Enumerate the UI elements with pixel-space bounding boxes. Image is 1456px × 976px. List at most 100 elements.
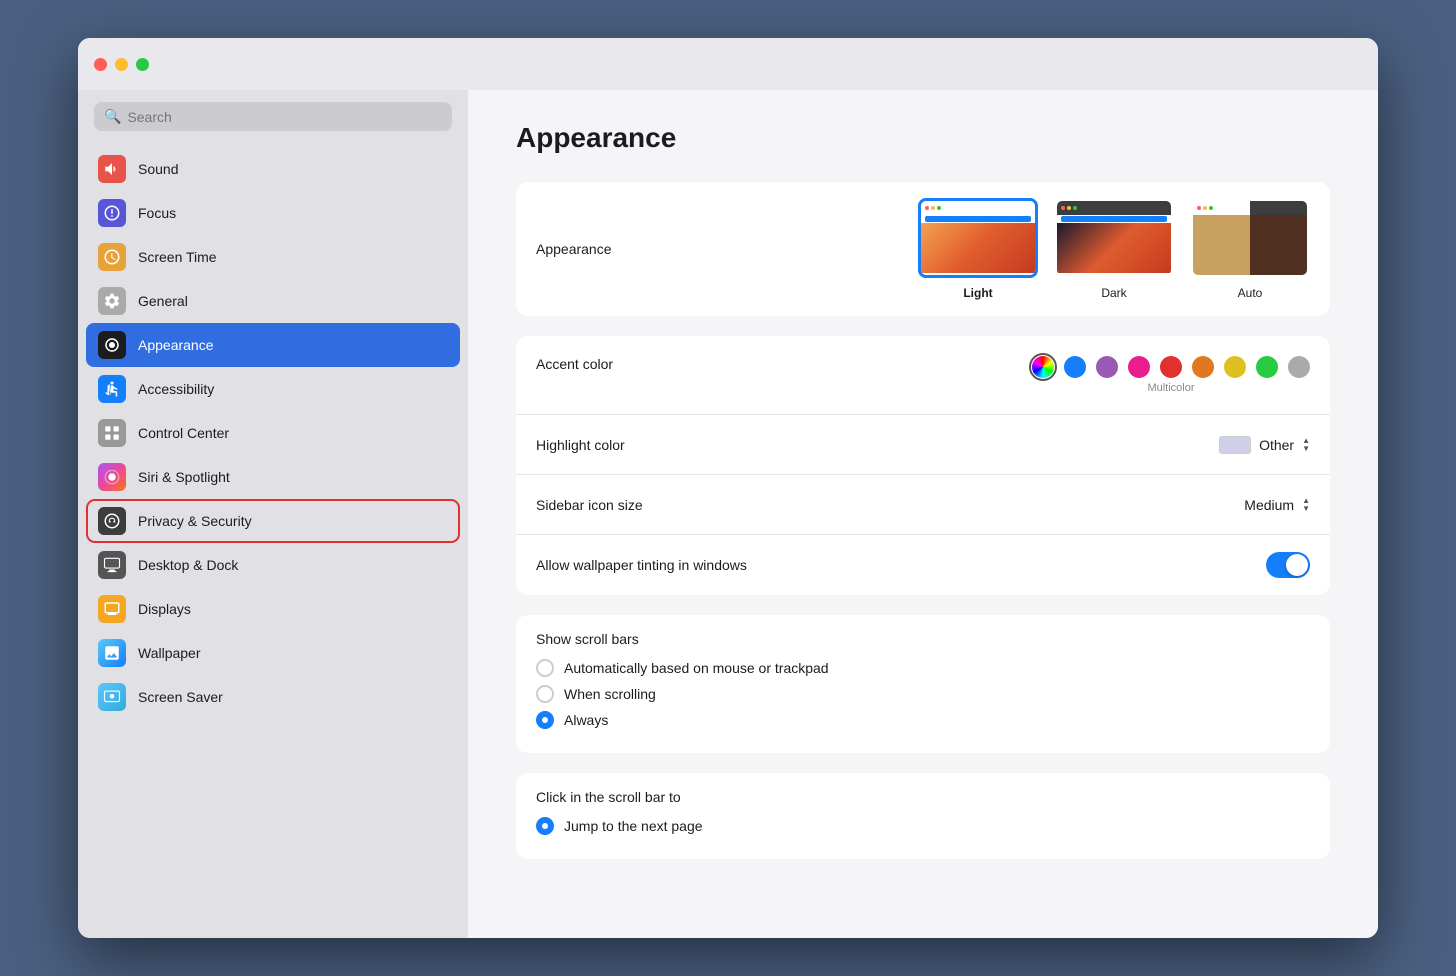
sidebar-item-sound-label: Sound [138, 161, 178, 177]
auto-left [1193, 201, 1250, 275]
highlight-stepper[interactable]: ▲ ▼ [1302, 437, 1310, 453]
dot-red [925, 206, 929, 210]
appearance-option-auto[interactable]: Auto [1190, 198, 1310, 300]
sidebar-item-sound[interactable]: Sound [86, 147, 460, 191]
search-bar[interactable]: 🔍 [94, 102, 452, 131]
sidebar-item-wallpaper[interactable]: Wallpaper [86, 631, 460, 675]
click-scroll-label: Click in the scroll bar to [536, 789, 1310, 805]
auto-split [1193, 201, 1307, 275]
sidebar-item-desktop[interactable]: Desktop & Dock [86, 543, 460, 587]
auto-dot-g [1209, 206, 1213, 210]
accent-color-row: Accent color [516, 336, 1330, 415]
accent-color-control: Multicolor [1032, 356, 1310, 394]
wallpaper-tinting-label: Allow wallpaper tinting in windows [536, 557, 1266, 573]
dot-yellow-dark [1067, 206, 1071, 210]
dot-green-dark [1073, 206, 1077, 210]
sidebar-item-controlcenter[interactable]: Control Center [86, 411, 460, 455]
accent-dot-blue[interactable] [1064, 356, 1086, 378]
desktop-icon [98, 551, 126, 579]
minimize-button[interactable] [115, 58, 128, 71]
sidebar-item-siri[interactable]: Siri & Spotlight [86, 455, 460, 499]
sidebar-item-focus[interactable]: Focus [86, 191, 460, 235]
privacy-icon [98, 507, 126, 535]
click-scroll-card: Click in the scroll bar to Jump to the n… [516, 773, 1330, 859]
titlebar [78, 38, 1378, 90]
scroll-always-radio[interactable] [536, 711, 554, 729]
sidebar-item-desktop-label: Desktop & Dock [138, 557, 238, 573]
auto-label: Auto [1238, 286, 1263, 300]
light-label: Light [963, 286, 992, 300]
sidebar-item-accessibility[interactable]: Accessibility [86, 367, 460, 411]
appearance-option-dark[interactable]: Dark [1054, 198, 1174, 300]
scroll-auto-option[interactable]: Automatically based on mouse or trackpad [536, 659, 1310, 677]
accent-colors-group: Multicolor [1032, 356, 1310, 394]
appearance-preview-dark [1054, 198, 1174, 278]
wallpaper-tinting-toggle[interactable] [1266, 552, 1310, 578]
dot-green [937, 206, 941, 210]
sidebar-item-privacy[interactable]: Privacy & Security [86, 499, 460, 543]
accent-dot-red[interactable] [1160, 356, 1182, 378]
accent-dot-pink[interactable] [1128, 356, 1150, 378]
accessibility-icon [98, 375, 126, 403]
sidebar-icon-size-value: Medium [1244, 497, 1294, 513]
appearance-setting-label: Appearance [536, 241, 918, 257]
sidebar-item-screentime[interactable]: Screen Time [86, 235, 460, 279]
accent-dot-multicolor[interactable] [1032, 356, 1054, 378]
accent-dot-purple[interactable] [1096, 356, 1118, 378]
scroll-auto-label: Automatically based on mouse or trackpad [564, 660, 829, 676]
screensaver-icon [98, 683, 126, 711]
search-input[interactable] [127, 109, 442, 125]
jump-page-label: Jump to the next page [564, 818, 703, 834]
sidebar-item-privacy-label: Privacy & Security [138, 513, 252, 529]
controlcenter-icon [98, 419, 126, 447]
highlight-color-value: Other [1259, 437, 1294, 453]
stepper-down-icon: ▼ [1302, 445, 1310, 453]
general-icon [98, 287, 126, 315]
jump-page-radio[interactable] [536, 817, 554, 835]
scroll-auto-radio[interactable] [536, 659, 554, 677]
light-bg [921, 223, 1035, 273]
appearance-preview-auto [1190, 198, 1310, 278]
displays-icon [98, 595, 126, 623]
scroll-always-label: Always [564, 712, 608, 728]
scroll-scrolling-label: When scrolling [564, 686, 656, 702]
sidebar-item-appearance[interactable]: Appearance [86, 323, 460, 367]
close-button[interactable] [94, 58, 107, 71]
accent-dot-graphite[interactable] [1288, 356, 1310, 378]
sidebar-item-focus-label: Focus [138, 205, 176, 221]
scroll-scrolling-radio[interactable] [536, 685, 554, 703]
appearance-options: Light [918, 198, 1310, 300]
search-icon: 🔍 [104, 108, 121, 125]
highlight-color-swatch [1219, 436, 1251, 454]
highlight-color-label: Highlight color [536, 437, 1219, 453]
accent-dot-green[interactable] [1256, 356, 1278, 378]
accent-dot-yellow[interactable] [1224, 356, 1246, 378]
sidebar-size-stepper[interactable]: ▲ ▼ [1302, 497, 1310, 513]
jump-page-option[interactable]: Jump to the next page [536, 817, 1310, 835]
appearance-option-light[interactable]: Light [918, 198, 1038, 300]
highlight-color-control[interactable]: Other ▲ ▼ [1219, 436, 1310, 454]
colors-card: Accent color [516, 336, 1330, 595]
accent-dot-orange[interactable] [1192, 356, 1214, 378]
dark-label: Dark [1101, 286, 1126, 300]
sidebar-item-general[interactable]: General [86, 279, 460, 323]
accent-color-label: Accent color [536, 356, 1032, 372]
sidebar-icon-size-control[interactable]: Medium ▲ ▼ [1244, 497, 1310, 513]
sidebar-item-screensaver-label: Screen Saver [138, 689, 223, 705]
appearance-row: Appearance [516, 182, 1330, 316]
sidebar-item-controlcenter-label: Control Center [138, 425, 229, 441]
scroll-scrolling-option[interactable]: When scrolling [536, 685, 1310, 703]
menubar-light [921, 201, 1035, 215]
sidebar-item-displays[interactable]: Displays [86, 587, 460, 631]
preview-bar [925, 216, 1031, 222]
appearance-icon [98, 331, 126, 359]
accent-dots-row [1032, 356, 1310, 378]
sidebar-item-screensaver[interactable]: Screen Saver [86, 675, 460, 719]
preview-bar-dark [1061, 216, 1167, 222]
auto-right [1250, 201, 1307, 275]
sidebar-item-wallpaper-label: Wallpaper [138, 645, 201, 661]
scroll-always-option[interactable]: Always [536, 711, 1310, 729]
maximize-button[interactable] [136, 58, 149, 71]
sidebar-icon-size-row: Sidebar icon size Medium ▲ ▼ [516, 475, 1330, 535]
wallpaper-tinting-row: Allow wallpaper tinting in windows [516, 535, 1330, 595]
